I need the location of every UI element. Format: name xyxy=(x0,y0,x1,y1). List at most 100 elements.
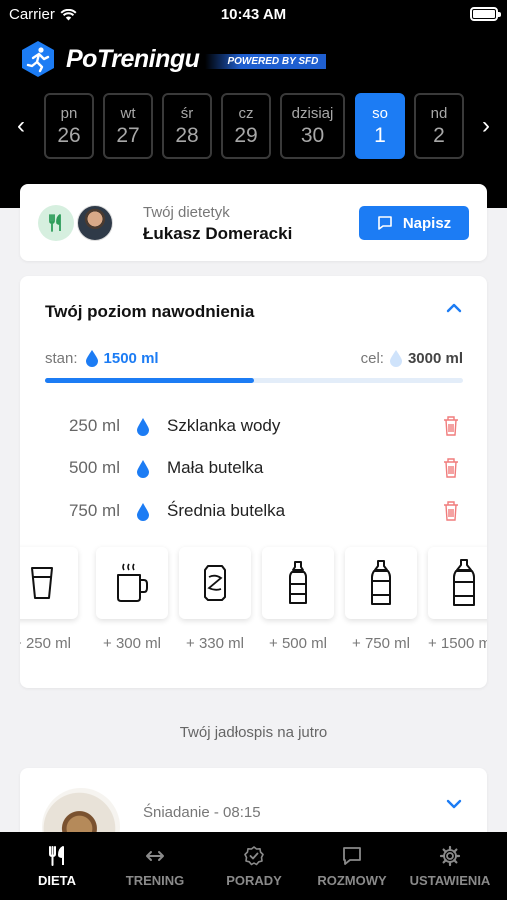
tab-dieta[interactable]: DIETA xyxy=(18,832,96,900)
clock: 10:43 AM xyxy=(220,6,287,23)
trash-icon[interactable] xyxy=(442,415,460,437)
day-name: wt xyxy=(120,105,136,122)
dietitian-subtitle: Twój dietetyk xyxy=(143,204,230,221)
drink-name: Mała butelka xyxy=(167,458,264,477)
trash-icon[interactable] xyxy=(442,457,460,479)
mug-icon xyxy=(117,563,148,602)
quick-add-label: + 250 ml xyxy=(20,635,71,652)
quick-add-tile-330[interactable] xyxy=(179,547,251,619)
goal-level: cel: 3000 ml xyxy=(361,349,463,367)
arrows-icon xyxy=(146,851,164,861)
day-number: 30 xyxy=(300,124,325,147)
day-number: 26 xyxy=(57,124,81,147)
small-bottle-icon xyxy=(289,561,307,604)
quick-add-carousel[interactable]: + 250 ml + 300 ml + 330 ml + 500 ml + 75… xyxy=(20,541,487,661)
day-wt[interactable]: wt 27 xyxy=(103,93,153,159)
avatar xyxy=(77,205,113,241)
day-name: so xyxy=(372,105,388,122)
quick-add-label: + 300 ml xyxy=(103,635,161,652)
day-name: cz xyxy=(238,105,254,122)
day-cz[interactable]: cz 29 xyxy=(221,93,271,159)
day-number: 28 xyxy=(175,124,199,147)
water-drop-icon xyxy=(137,503,149,521)
day-name: pn xyxy=(60,105,78,122)
glass-icon xyxy=(31,567,53,599)
drink-name: Średnia butelka xyxy=(167,501,286,520)
diet-badge xyxy=(38,205,74,241)
medium-bottle-icon xyxy=(371,560,391,605)
hydration-card: Twój poziom nawodnienia stan: 1500 ml ce… xyxy=(20,276,487,688)
day-name: śr xyxy=(180,105,194,122)
powered-by-badge: POWERED BY SFD xyxy=(205,53,327,69)
tab-rozmowy[interactable]: ROZMOWY xyxy=(308,832,396,900)
quick-add-tile-300[interactable] xyxy=(96,547,168,619)
chevron-down-icon[interactable] xyxy=(444,794,464,814)
chat-icon xyxy=(343,847,361,865)
current-level-label: stan: xyxy=(45,349,78,367)
tab-trening[interactable]: TRENING xyxy=(113,832,197,900)
day-dzisiaj[interactable]: dzisiaj 30 xyxy=(280,93,345,159)
large-bottle-icon xyxy=(453,559,475,606)
drink-amount: 500 ml xyxy=(68,458,120,477)
quick-add-label: + 1500 ml xyxy=(428,635,487,652)
hydration-title: Twój poziom nawodnienia xyxy=(45,302,255,321)
quick-add-tile-500[interactable] xyxy=(262,547,334,619)
day-picker: ‹ pn 26 wt 27 śr 28 cz 29 dzisiaj 30 so … xyxy=(0,93,507,161)
brand-name: PoTreningu xyxy=(66,44,200,73)
chat-icon xyxy=(378,216,392,230)
prev-week-icon[interactable]: ‹ xyxy=(13,113,29,139)
quick-add-tile-250[interactable] xyxy=(20,547,78,619)
drink-name: Szklanka wody xyxy=(167,416,281,435)
can-icon xyxy=(204,565,226,601)
tab-label: ROZMOWY xyxy=(317,873,387,888)
tab-ustawienia[interactable]: USTAWIENIA xyxy=(403,832,497,900)
quick-add-label: + 500 ml xyxy=(269,635,327,652)
tab-porady[interactable]: PORADY xyxy=(214,832,294,900)
day-so[interactable]: so 1 xyxy=(355,93,405,159)
next-week-icon[interactable]: › xyxy=(478,113,494,139)
meal-label: Śniadanie - 08:15 xyxy=(143,804,261,821)
drink-entry: 500 ml Mała butelka xyxy=(20,453,487,483)
day-number: 1 xyxy=(374,124,386,147)
hydration-progress-bar xyxy=(45,378,463,383)
day-name: nd xyxy=(430,105,448,122)
quick-add-tile-1500[interactable] xyxy=(428,547,487,619)
dietitian-card: Twój dietetyk Łukasz Domeracki Napisz xyxy=(20,184,487,261)
day-number: 29 xyxy=(234,124,258,147)
chevron-up-icon[interactable] xyxy=(444,298,464,318)
drink-amount: 750 ml xyxy=(68,501,120,520)
quick-add-label: + 330 ml xyxy=(186,635,244,652)
goal-level-value: 3000 ml xyxy=(407,349,463,367)
brand: PoTreningu POWERED BY SFD xyxy=(20,40,327,78)
tab-label: PORADY xyxy=(226,873,282,888)
water-drop-icon xyxy=(137,418,149,436)
runner-logo-icon xyxy=(22,41,54,77)
water-drop-icon xyxy=(137,460,149,478)
drink-entry: 250 ml Szklanka wody xyxy=(20,411,487,441)
tab-label: TRENING xyxy=(125,873,185,888)
current-level: stan: 1500 ml xyxy=(45,349,159,367)
quick-add-label: + 750 ml xyxy=(352,635,410,652)
write-message-button[interactable]: Napisz xyxy=(359,206,469,240)
drink-entry: 750 ml Średnia butelka xyxy=(20,496,487,526)
day-sr[interactable]: śr 28 xyxy=(162,93,212,159)
tab-label: DIETA xyxy=(37,873,77,888)
water-drop-icon xyxy=(85,350,98,367)
dietitian-name: Łukasz Domeracki xyxy=(143,224,293,243)
quick-add-tile-750[interactable] xyxy=(345,547,417,619)
fork-knife-icon xyxy=(49,214,61,232)
gear-icon xyxy=(439,845,461,867)
day-nd[interactable]: nd 2 xyxy=(414,93,464,159)
day-pn[interactable]: pn 26 xyxy=(44,93,94,159)
badge-icon xyxy=(244,846,264,866)
trash-icon[interactable] xyxy=(442,500,460,522)
goal-level-label: cel: xyxy=(360,349,384,367)
menu-tomorrow-heading: Twój jadłospis na jutro xyxy=(179,724,328,741)
tab-label: USTAWIENIA xyxy=(409,873,491,888)
day-number: 2 xyxy=(433,124,445,147)
day-number: 27 xyxy=(116,124,140,147)
header: Carrier 10:43 AM PoTreningu POWERED BY S… xyxy=(0,0,507,208)
day-name: dzisiaj xyxy=(291,105,334,122)
water-drop-icon xyxy=(389,350,402,367)
current-level-value: 1500 ml xyxy=(103,349,159,367)
